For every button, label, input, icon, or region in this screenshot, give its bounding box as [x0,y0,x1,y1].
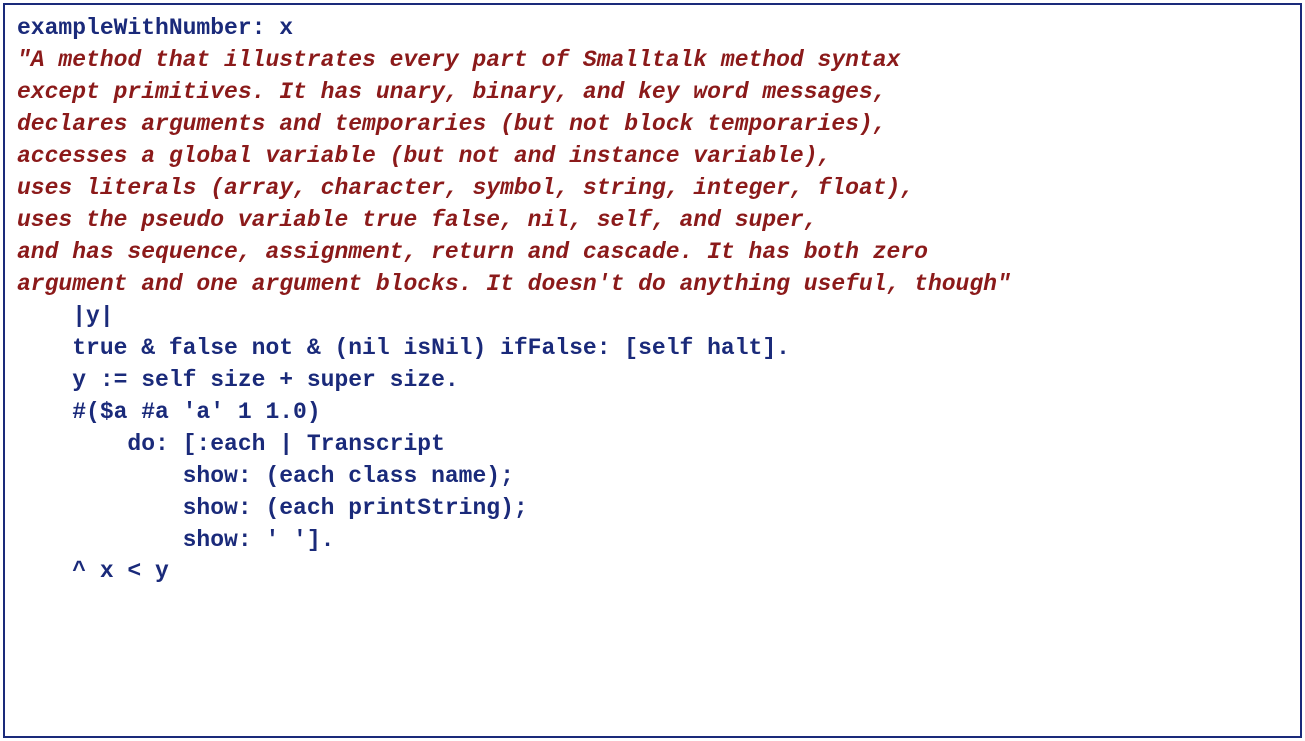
code-line: true & false not & (nil isNil) ifFalse: … [17,333,1288,365]
code-line: #($a #a 'a' 1 1.0) [17,397,1288,429]
code-box: exampleWithNumber: x "A method that illu… [3,3,1302,738]
comment-line: declares arguments and temporaries (but … [17,109,1288,141]
code-line: do: [:each | Transcript [17,429,1288,461]
code-line: show: (each printString); [17,493,1288,525]
code-line: y := self size + super size. [17,365,1288,397]
code-line: |y| [17,301,1288,333]
comment-line: and has sequence, assignment, return and… [17,237,1288,269]
comment-line: accesses a global variable (but not and … [17,141,1288,173]
comment-line: "A method that illustrates every part of… [17,45,1288,77]
comment-line: uses the pseudo variable true false, nil… [17,205,1288,237]
method-selector: exampleWithNumber: x [17,13,1288,45]
comment-line: except primitives. It has unary, binary,… [17,77,1288,109]
comment-line: uses literals (array, character, symbol,… [17,173,1288,205]
code-line: show: ' ']. [17,525,1288,557]
code-line: show: (each class name); [17,461,1288,493]
code-line: ^ x < y [17,556,1288,588]
comment-line: argument and one argument blocks. It doe… [17,269,1288,301]
